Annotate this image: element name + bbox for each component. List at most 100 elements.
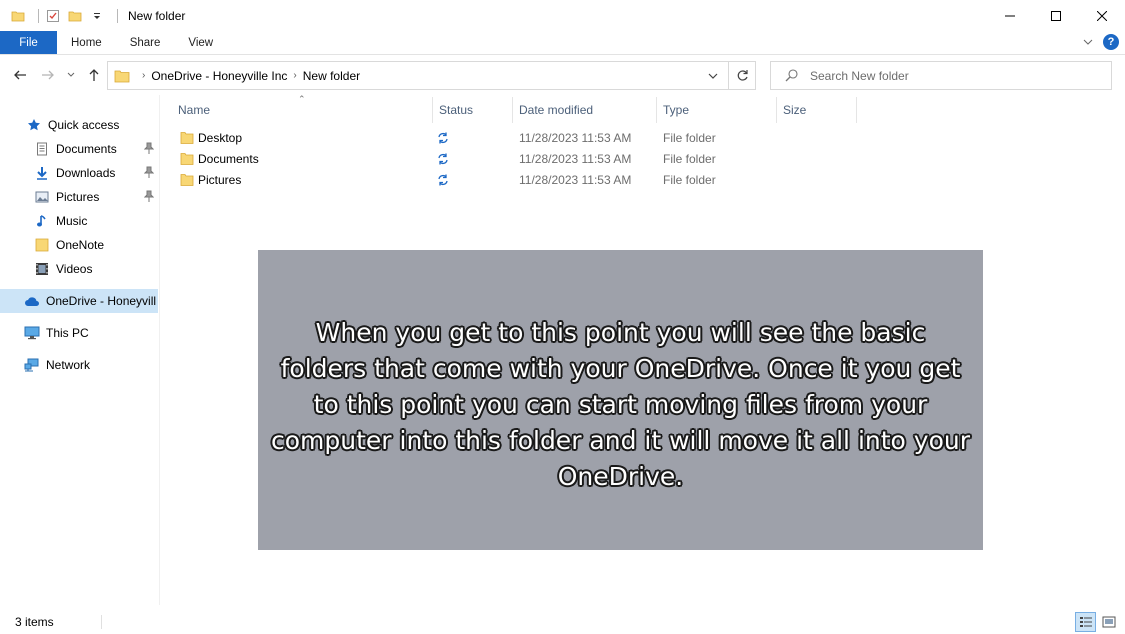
folder-icon	[10, 8, 26, 24]
sidebar-item-label: Music	[56, 214, 88, 228]
search-input[interactable]: Search New folder	[810, 69, 909, 83]
search-box[interactable]: Search New folder	[770, 61, 1112, 90]
item-count: 3 items	[15, 615, 54, 629]
file-name: Desktop	[198, 131, 243, 145]
breadcrumb-chevron-icon[interactable]: ›	[142, 70, 145, 81]
column-divider[interactable]	[656, 97, 657, 123]
film-icon	[34, 261, 50, 277]
pictures-icon	[34, 189, 50, 205]
refresh-button[interactable]	[728, 62, 755, 89]
sync-icon	[437, 174, 449, 189]
table-row[interactable]: Pictures 11/28/2023 11:53 AM File folder	[160, 170, 1125, 191]
folder-icon	[180, 131, 194, 148]
sidebar-item-quick-access[interactable]: Quick access	[0, 113, 158, 137]
column-divider[interactable]	[776, 97, 777, 123]
ribbon-tabs: File Home Share View ?	[0, 31, 1125, 55]
properties-icon[interactable]	[45, 8, 61, 24]
quick-access-toolbar: New folder	[0, 0, 185, 31]
sidebar-item-label: Videos	[56, 262, 93, 276]
breadcrumb-onedrive[interactable]: OneDrive - Honeyville Inc	[151, 69, 287, 83]
back-button[interactable]	[12, 67, 28, 83]
file-name: Documents	[198, 152, 259, 166]
address-history-dropdown-icon[interactable]	[701, 62, 725, 89]
sidebar-item-label: OneNote	[56, 238, 105, 252]
toolbar-separator	[117, 8, 118, 23]
toolbar-separator	[38, 8, 39, 23]
recent-locations-chevron-icon[interactable]	[65, 67, 77, 83]
tab-view[interactable]: View	[174, 31, 227, 54]
navigation-row: › OneDrive - Honeyville Inc › New folder…	[0, 55, 1125, 95]
pin-icon	[143, 142, 155, 157]
sync-icon	[437, 153, 449, 168]
sidebar-item-network[interactable]: Network	[0, 353, 158, 377]
pin-icon	[143, 190, 155, 205]
details-view-button[interactable]	[1075, 612, 1096, 632]
file-name: Pictures	[198, 173, 242, 187]
folder-icon	[180, 152, 194, 169]
sidebar-item-label: Quick access	[48, 118, 120, 132]
ribbon-right-controls: ?	[1083, 34, 1119, 50]
breadcrumb-new-folder[interactable]: New folder	[303, 69, 360, 83]
sidebar-item-label: Downloads	[56, 166, 116, 180]
close-button[interactable]	[1079, 0, 1125, 31]
column-divider[interactable]	[856, 97, 857, 123]
column-divider[interactable]	[432, 97, 433, 123]
file-type: File folder	[663, 152, 716, 166]
forward-button[interactable]	[40, 67, 56, 83]
column-header-date-modified[interactable]: Date modified	[519, 95, 593, 125]
maximize-button[interactable]	[1033, 0, 1079, 31]
documents-icon	[34, 141, 50, 157]
file-type: File folder	[663, 131, 716, 145]
music-note-icon	[34, 213, 50, 229]
table-row[interactable]: Desktop 11/28/2023 11:53 AM File folder	[160, 128, 1125, 149]
file-date-modified: 11/28/2023 11:53 AM	[519, 173, 632, 187]
title-bar: New folder	[0, 0, 1125, 31]
up-button[interactable]	[86, 67, 102, 83]
tab-home[interactable]: Home	[57, 31, 116, 54]
sidebar-item-pictures[interactable]: Pictures	[0, 185, 158, 209]
customize-toolbar-dropdown-icon[interactable]	[89, 8, 105, 24]
address-bar[interactable]: › OneDrive - Honeyville Inc › New folder	[107, 61, 756, 90]
tab-share[interactable]: Share	[116, 31, 175, 54]
table-row[interactable]: Documents 11/28/2023 11:53 AM File folde…	[160, 149, 1125, 170]
sidebar-item-label: Pictures	[56, 190, 100, 204]
sync-icon	[437, 132, 449, 147]
view-toggle	[1075, 612, 1119, 632]
navigation-pane: Quick access Documents Downloads Picture…	[0, 95, 160, 605]
caption-overlay: When you get to this point you will see …	[258, 250, 983, 550]
expand-ribbon-chevron-icon[interactable]	[1083, 35, 1093, 49]
sidebar-item-label: Documents	[56, 142, 117, 156]
sidebar-item-documents[interactable]: Documents	[0, 137, 158, 161]
large-icons-view-button[interactable]	[1098, 612, 1119, 632]
window-title: New folder	[128, 8, 186, 23]
sidebar-item-music[interactable]: Music	[0, 209, 158, 233]
column-header-type[interactable]: Type	[663, 95, 689, 125]
caption-text: When you get to this point you will see …	[270, 318, 970, 491]
column-divider[interactable]	[512, 97, 513, 123]
sidebar-item-label: OneDrive - Honeyvill	[46, 294, 157, 308]
status-bar: 3 items	[0, 610, 1125, 634]
status-separator	[100, 615, 102, 629]
minimize-button[interactable]	[987, 0, 1033, 31]
folder-icon	[114, 69, 130, 83]
window-controls	[987, 0, 1125, 31]
tab-file[interactable]: File	[0, 31, 57, 54]
star-icon	[26, 117, 42, 133]
sidebar-item-videos[interactable]: Videos	[0, 257, 158, 281]
folder-icon	[34, 237, 50, 253]
sidebar-item-this-pc[interactable]: This PC	[0, 321, 158, 345]
monitor-icon	[24, 325, 40, 341]
sidebar-item-label: This PC	[46, 326, 89, 340]
sort-ascending-icon: ⌃	[298, 94, 306, 104]
sidebar-item-downloads[interactable]: Downloads	[0, 161, 158, 185]
column-header-size[interactable]: Size	[783, 95, 806, 125]
sidebar-item-onedrive[interactable]: OneDrive - Honeyvill	[0, 289, 158, 313]
new-folder-icon[interactable]	[67, 8, 83, 24]
help-button[interactable]: ?	[1103, 34, 1119, 50]
pin-icon	[143, 166, 155, 181]
column-header-name[interactable]: Name	[178, 95, 210, 125]
breadcrumb-chevron-icon[interactable]: ›	[293, 70, 296, 81]
column-header-status[interactable]: Status	[439, 95, 473, 125]
sidebar-item-onenote[interactable]: OneNote	[0, 233, 158, 257]
file-date-modified: 11/28/2023 11:53 AM	[519, 152, 632, 166]
